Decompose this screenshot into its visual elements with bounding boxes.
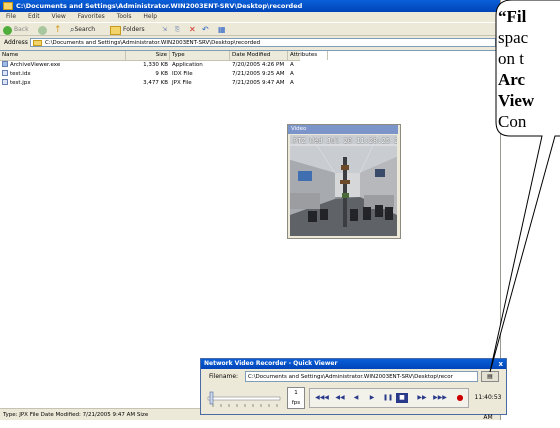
callout-text: “Fil spac on t Arc View Con: [498, 6, 560, 132]
callout-line-2: spac: [498, 28, 529, 47]
callout-line-3: on t: [498, 49, 524, 68]
callout-line-5: View: [498, 91, 535, 110]
callout-line-1: “Fil: [498, 7, 527, 26]
callout-outline-icon: [489, 0, 560, 373]
callout-line-6: Con: [498, 112, 527, 131]
callout-line-4: Arc: [498, 70, 526, 89]
